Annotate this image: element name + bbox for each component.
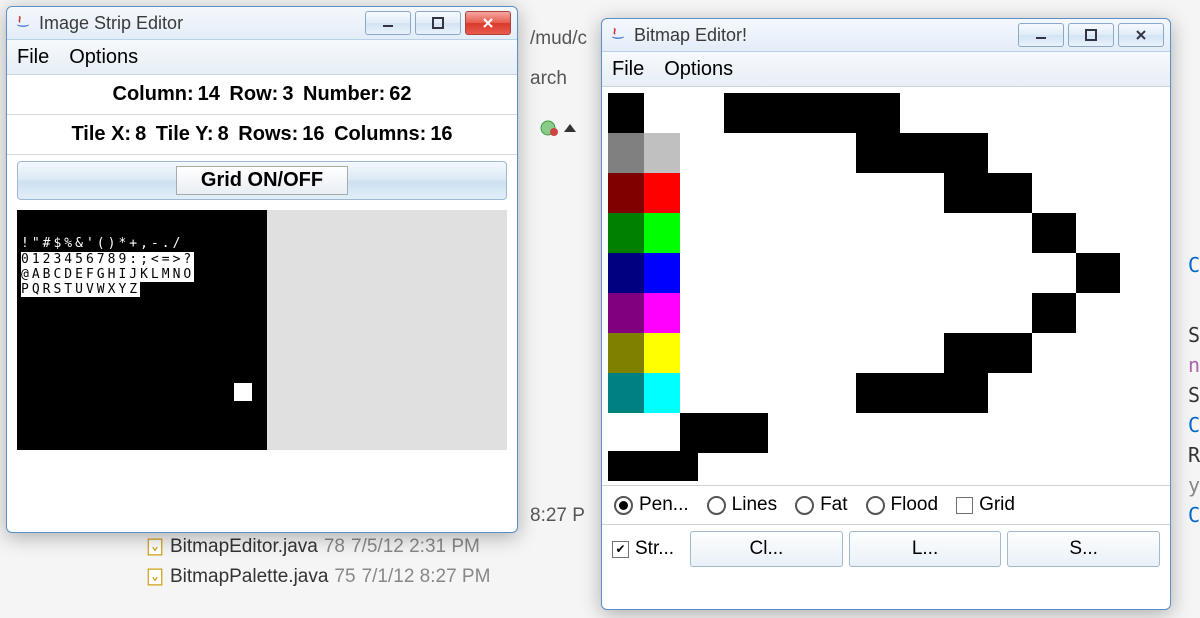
tool-lines[interactable]: Lines <box>707 494 777 516</box>
menu-options[interactable]: Options <box>69 46 138 69</box>
close-button[interactable] <box>465 11 511 35</box>
titlebar[interactable]: Bitmap Editor! <box>602 19 1170 52</box>
bg-code-letters: C S n S C R y C <box>1188 250 1200 530</box>
file-date: 7/5/12 2:31 PM <box>351 536 480 558</box>
palette-cell[interactable] <box>608 213 644 253</box>
palette-cell[interactable] <box>608 253 644 293</box>
color-palette <box>608 93 680 413</box>
palette-cell[interactable] <box>608 333 644 373</box>
tool-fat[interactable]: Fat <box>795 494 847 516</box>
palette-cell[interactable] <box>608 373 644 413</box>
palette-cell[interactable] <box>644 133 680 173</box>
palette-cell[interactable] <box>608 293 644 333</box>
load-button[interactable]: L... <box>849 531 1002 567</box>
menu-file[interactable]: File <box>17 46 49 69</box>
grid-toggle-button[interactable]: Grid ON/OFF <box>176 166 348 195</box>
strip-checkbox[interactable]: ✔Str... <box>612 538 674 560</box>
maximize-button[interactable] <box>415 11 461 35</box>
menubar: File Options <box>7 40 517 75</box>
bg-search-text: arch <box>530 68 567 90</box>
info-row-2: Tile X:8 Tile Y:8 Rows:16 Columns:16 <box>7 115 517 155</box>
palette-cell[interactable] <box>608 173 644 213</box>
palette-cell[interactable] <box>644 93 680 133</box>
tool-row: Pen... Lines Fat Flood Grid <box>602 485 1170 524</box>
clear-button[interactable]: Cl... <box>690 531 843 567</box>
bitmap-editor-window: Bitmap Editor! File Options Pen... Lines… <box>601 18 1171 610</box>
maximize-button[interactable] <box>1068 23 1114 47</box>
bg-dropdown-icon[interactable] <box>540 118 580 144</box>
pixel-canvas[interactable] <box>680 93 1164 447</box>
selected-tile-cursor <box>234 383 252 401</box>
titlebar[interactable]: Image Strip Editor <box>7 7 517 40</box>
menu-file[interactable]: File <box>612 58 644 81</box>
tool-flood[interactable]: Flood <box>866 494 939 516</box>
palette-cell[interactable] <box>644 253 680 293</box>
palette-cell[interactable] <box>644 373 680 413</box>
palette-cell[interactable] <box>644 173 680 213</box>
palette-cell[interactable] <box>644 333 680 373</box>
bg-url-fragment: /mud/c <box>530 28 587 50</box>
tool-pencil[interactable]: Pen... <box>614 494 689 516</box>
window-title: Bitmap Editor! <box>634 25 747 46</box>
file-name: BitmapEditor.java <box>170 536 318 558</box>
palette-cell[interactable] <box>644 293 680 333</box>
info-row-1: Column:14 Row:3 Number:62 <box>7 75 517 115</box>
minimize-button[interactable] <box>1018 23 1064 47</box>
file-date: 7/1/12 8:27 PM <box>362 566 491 588</box>
save-button[interactable]: S... <box>1007 531 1160 567</box>
palette-cell[interactable] <box>608 451 698 481</box>
palette-cell[interactable] <box>644 213 680 253</box>
menubar: File Options <box>602 52 1170 87</box>
grid-checkbox[interactable]: Grid <box>956 494 1015 516</box>
file-name: BitmapPalette.java <box>170 566 328 588</box>
menu-options[interactable]: Options <box>664 58 733 81</box>
grid-toggle-wrap: Grid ON/OFF <box>17 161 507 200</box>
close-button[interactable] <box>1118 23 1164 47</box>
window-title: Image Strip Editor <box>39 13 183 34</box>
java-icon <box>608 25 628 45</box>
minimize-button[interactable] <box>365 11 411 35</box>
bg-file-row[interactable]: BitmapEditor.java 78 7/5/12 2:31 PM <box>146 536 480 558</box>
file-time: 8:27 P <box>530 505 585 527</box>
bg-file-row[interactable]: 8:27 P <box>530 505 585 527</box>
strip-canvas[interactable]: !"#$%&'()*+,-./ 0123456789:;<=>? @ABCDEF… <box>17 210 507 450</box>
bg-file-row[interactable]: BitmapPalette.java 75 7/1/12 8:27 PM <box>146 566 490 588</box>
java-file-icon <box>146 538 164 556</box>
java-file-icon <box>146 568 164 586</box>
strip-editor-window: Image Strip Editor File Options Column:1… <box>6 6 518 533</box>
button-row: ✔Str... Cl... L... S... <box>602 524 1170 577</box>
java-icon <box>13 13 33 33</box>
palette-cell[interactable] <box>608 133 644 173</box>
